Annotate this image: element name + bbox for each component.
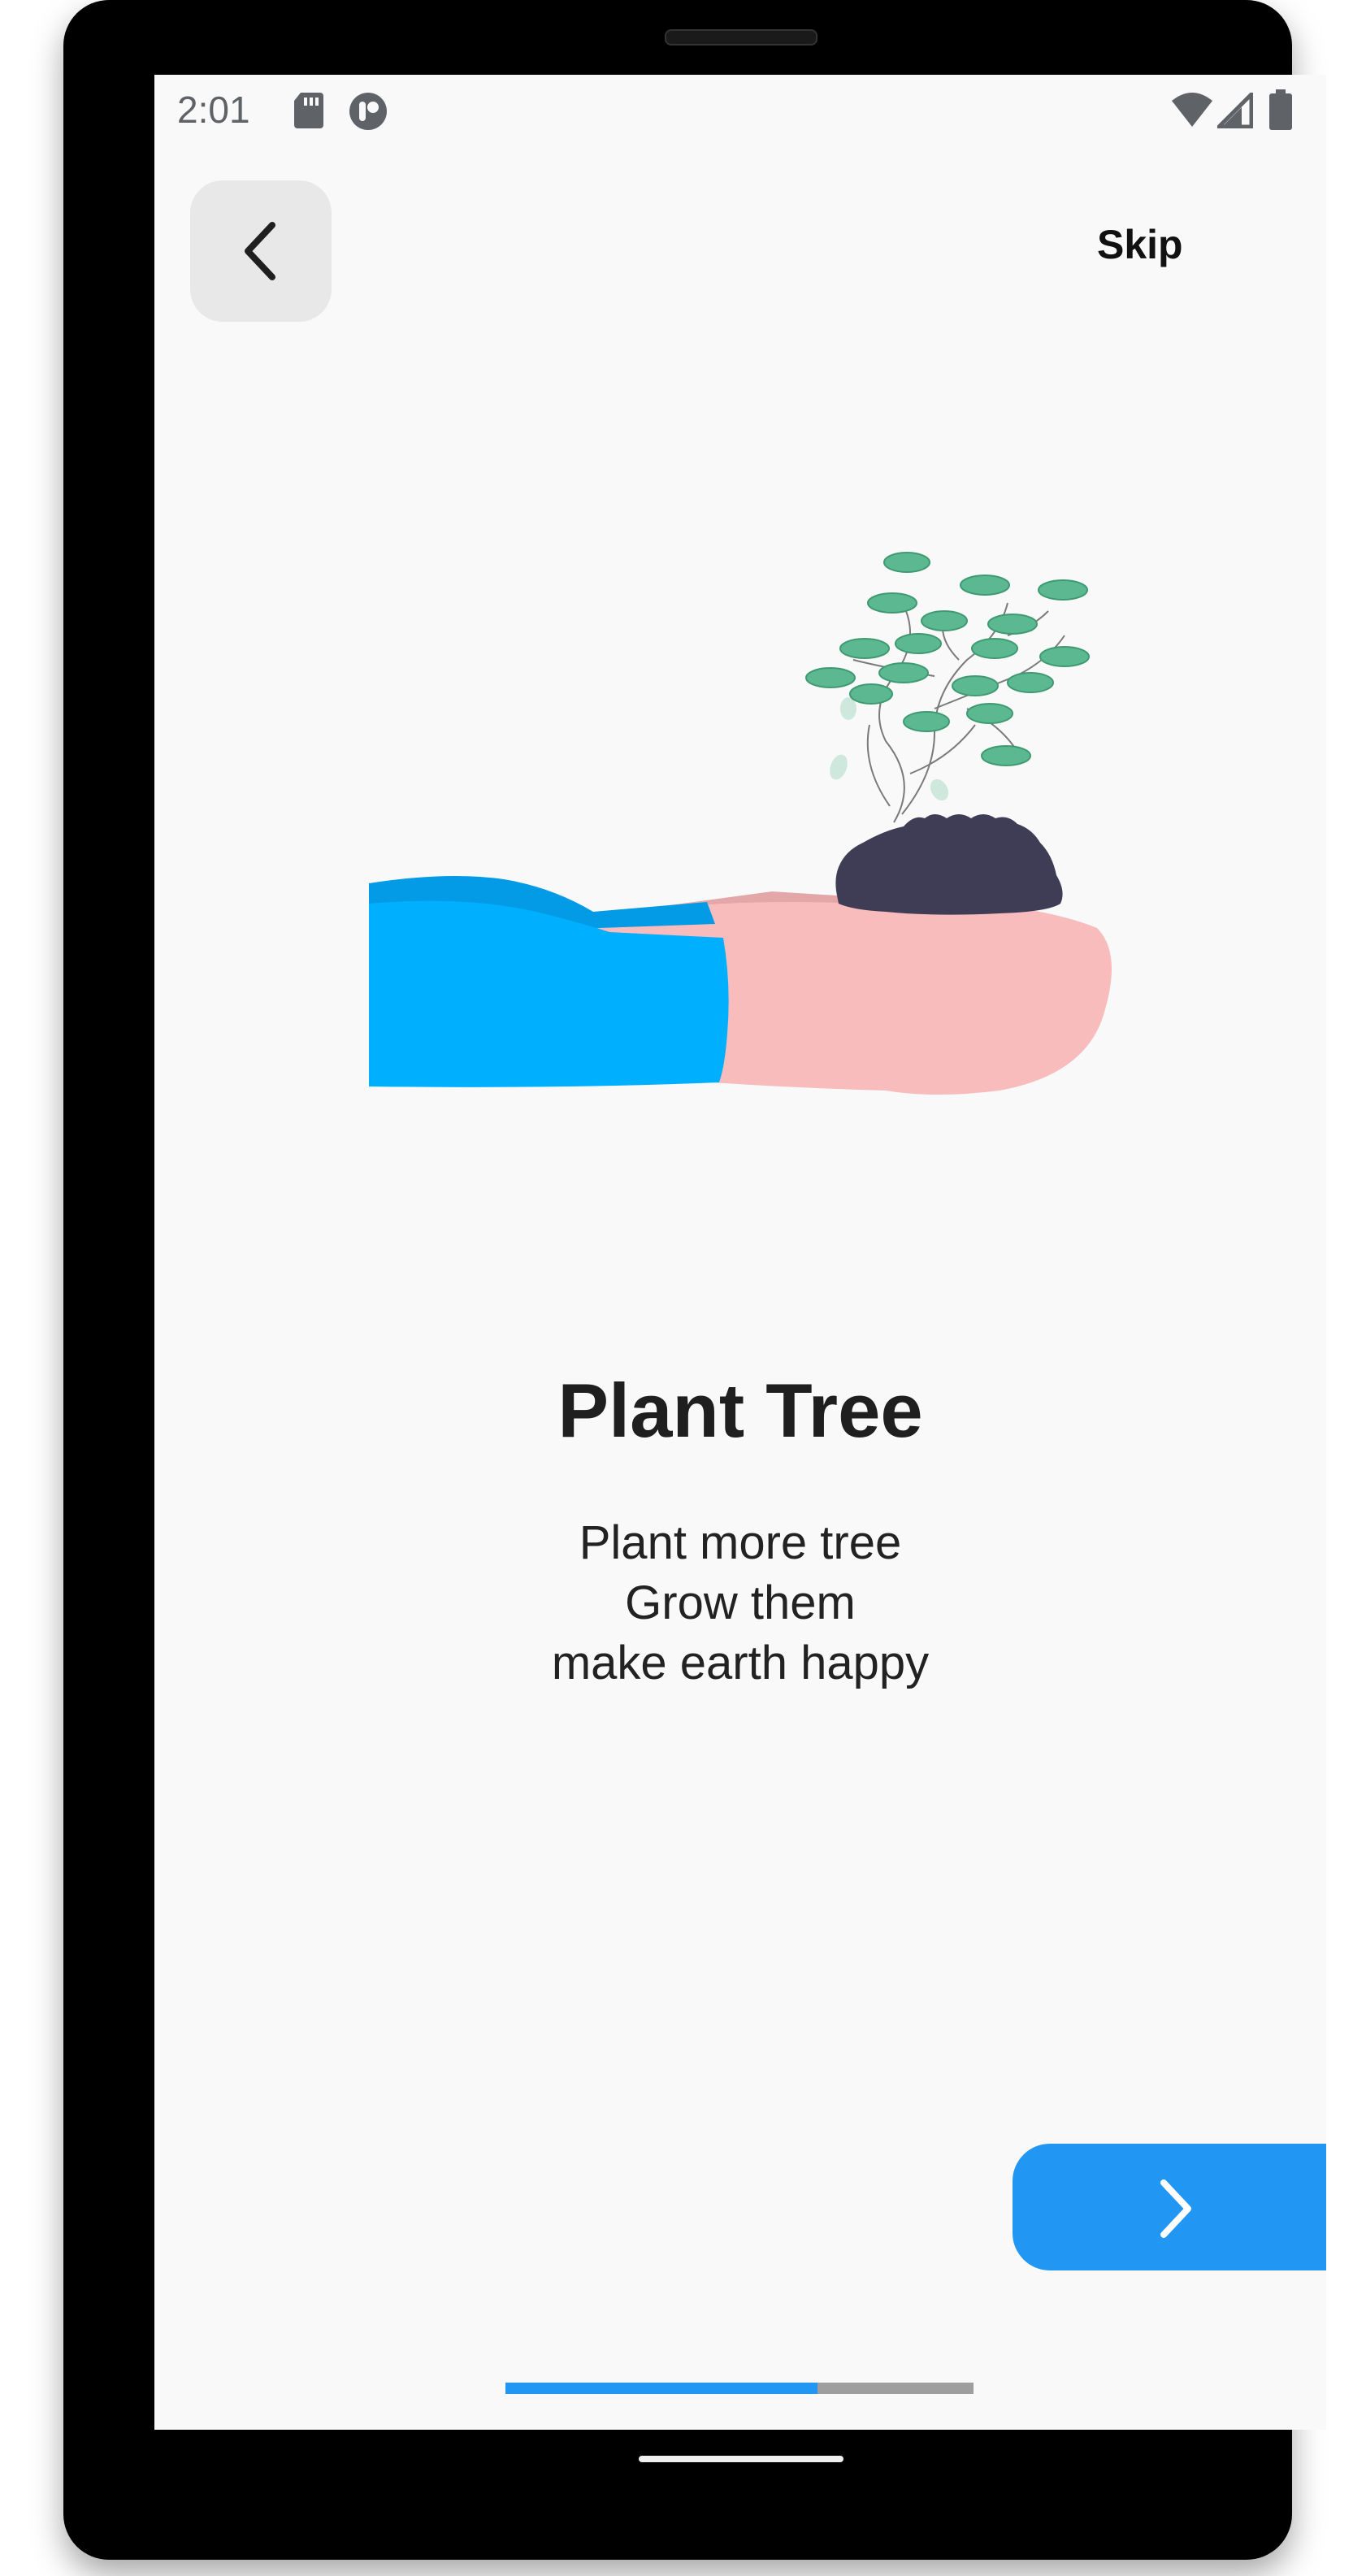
- description-line: make earth happy: [551, 1637, 930, 1689]
- hand-holding-plant-illustration: [369, 552, 1112, 1095]
- onboarding-title: Plant Tree: [557, 1368, 923, 1453]
- skip-button[interactable]: Skip: [1097, 221, 1183, 268]
- description-line: Plant more tree: [579, 1516, 902, 1569]
- description-line: Grow them: [625, 1576, 856, 1629]
- next-button[interactable]: [1013, 2144, 1326, 2270]
- phone-frame: 2:01 Skip Plant Tree Plant more tree Gro…: [63, 0, 1326, 2560]
- status-time: 2:01: [177, 89, 250, 131]
- chevron-right-icon: [1160, 2179, 1191, 2238]
- app-screen: 2:01 Skip Plant Tree Plant more tree Gro…: [154, 75, 1326, 2430]
- status-bar: 2:01: [154, 75, 1326, 148]
- signal-icon: [1217, 93, 1253, 128]
- onboarding-progress-bar: [505, 2383, 974, 2394]
- chevron-left-icon: [245, 222, 275, 280]
- back-button[interactable]: [190, 180, 332, 322]
- battery-icon: [1269, 89, 1292, 130]
- speaker-grille: [665, 29, 817, 46]
- wifi-icon: [1172, 93, 1212, 127]
- onboarding-description: Plant more tree Grow them make earth hap…: [154, 1513, 1326, 1693]
- progress-fill: [505, 2383, 818, 2394]
- assistant-icon: [349, 93, 387, 130]
- sd-card-icon: [294, 93, 323, 128]
- home-indicator[interactable]: [639, 2456, 843, 2462]
